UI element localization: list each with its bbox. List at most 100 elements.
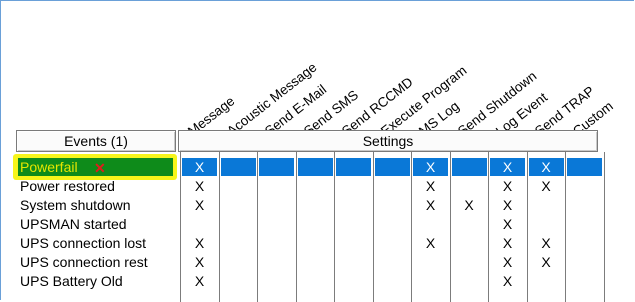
setting-cell[interactable] [259,234,294,252]
setting-cell[interactable] [374,158,410,176]
setting-cell[interactable] [452,272,487,290]
setting-cell[interactable]: X [413,196,448,214]
grid-divider [449,152,451,302]
event-row-label[interactable]: System shutdown [18,196,176,214]
setting-cell[interactable]: X [490,234,525,252]
settings-header-label: Settings [362,133,414,149]
setting-cell[interactable] [298,215,333,233]
setting-cell[interactable] [375,196,410,214]
grid-divider [295,152,297,302]
setting-cell[interactable]: X [490,272,525,290]
setting-cell[interactable]: X [490,215,525,233]
setting-cell[interactable] [375,234,410,252]
setting-cell[interactable] [529,215,564,233]
grid-divider [603,152,605,302]
setting-cell[interactable] [259,215,294,233]
setting-cell[interactable] [298,272,333,290]
grid-divider [411,152,412,302]
setting-cell[interactable] [221,215,256,233]
setting-cell[interactable] [221,177,256,195]
setting-cell[interactable]: X [529,234,564,252]
setting-cell[interactable]: X [529,253,564,271]
event-row-label[interactable]: Power restored [18,177,176,195]
setting-cell[interactable] [336,177,371,195]
setting-cell[interactable] [375,272,410,290]
setting-cell[interactable] [221,272,256,290]
setting-cell[interactable]: X [182,253,217,271]
setting-cell[interactable]: X [413,234,448,252]
setting-cell[interactable] [375,253,410,271]
red-x-annotation-icon: ✕ [94,160,106,176]
grid-divider [334,152,335,302]
setting-cell[interactable] [567,272,602,290]
setting-cell[interactable] [567,234,602,252]
setting-cell[interactable] [451,158,487,176]
setting-cell[interactable] [336,234,371,252]
setting-cell[interactable] [375,215,410,233]
setting-cell[interactable] [529,272,564,290]
grid-divider [257,152,258,302]
setting-cell[interactable] [336,158,371,176]
setting-cell[interactable] [298,234,333,252]
setting-cell[interactable]: X [182,272,217,290]
event-row-label[interactable]: UPS Battery Old [18,272,176,290]
setting-cell[interactable] [336,215,371,233]
setting-cell[interactable] [221,234,256,252]
setting-cell[interactable]: X [490,158,525,176]
setting-cell[interactable] [452,253,487,271]
setting-cell[interactable]: X [413,158,448,176]
setting-cell[interactable]: X [452,196,487,214]
grid-divider [526,152,528,302]
grid-divider [488,152,489,302]
setting-cell[interactable] [259,158,294,176]
setting-cell[interactable] [452,215,487,233]
setting-cell[interactable]: X [182,234,217,252]
setting-cell[interactable] [221,253,256,271]
setting-cell[interactable] [259,272,294,290]
setting-cell[interactable] [259,253,294,271]
setting-cell[interactable]: X [528,158,564,176]
event-row-label[interactable]: UPS connection rest [18,253,176,271]
setting-cell[interactable]: X [413,177,448,195]
setting-cell[interactable]: X [182,158,217,176]
setting-cell[interactable] [567,215,602,233]
setting-cell[interactable]: X [182,177,217,195]
setting-cell[interactable] [298,196,333,214]
setting-cell[interactable] [336,253,371,271]
setting-cell[interactable] [336,272,371,290]
settings-column-header[interactable]: Settings [178,130,598,152]
setting-cell[interactable] [375,177,410,195]
setting-cell[interactable]: X [182,196,217,214]
events-column-header[interactable]: Events (1) [16,130,176,152]
grid-divider [372,152,374,302]
grid-divider [180,152,181,302]
setting-cell[interactable] [220,158,256,176]
events-header-label: Events (1) [64,133,128,149]
setting-cell[interactable] [567,158,602,176]
setting-cell[interactable] [298,177,333,195]
setting-cell[interactable] [221,196,256,214]
setting-cell[interactable] [529,196,564,214]
setting-cell[interactable] [452,234,487,252]
event-row-label[interactable]: UPSMAN started [18,215,176,233]
grid-divider [565,152,566,302]
setting-cell[interactable] [182,215,217,233]
setting-cell[interactable] [567,253,602,271]
setting-cell[interactable] [567,196,602,214]
grid-divider [218,152,220,302]
event-row-label[interactable]: UPS connection lost [18,234,176,252]
setting-cell[interactable] [297,158,333,176]
setting-cell[interactable]: X [529,177,564,195]
setting-cell[interactable] [452,177,487,195]
setting-cell[interactable]: X [490,196,525,214]
setting-cell[interactable] [413,272,448,290]
setting-cell[interactable] [298,253,333,271]
setting-cell[interactable] [413,253,448,271]
setting-cell[interactable]: X [490,253,525,271]
setting-cell[interactable] [259,196,294,214]
setting-cell[interactable] [259,177,294,195]
setting-cell[interactable] [567,177,602,195]
setting-cell[interactable] [336,196,371,214]
setting-cell[interactable] [413,215,448,233]
setting-cell[interactable]: X [490,177,525,195]
